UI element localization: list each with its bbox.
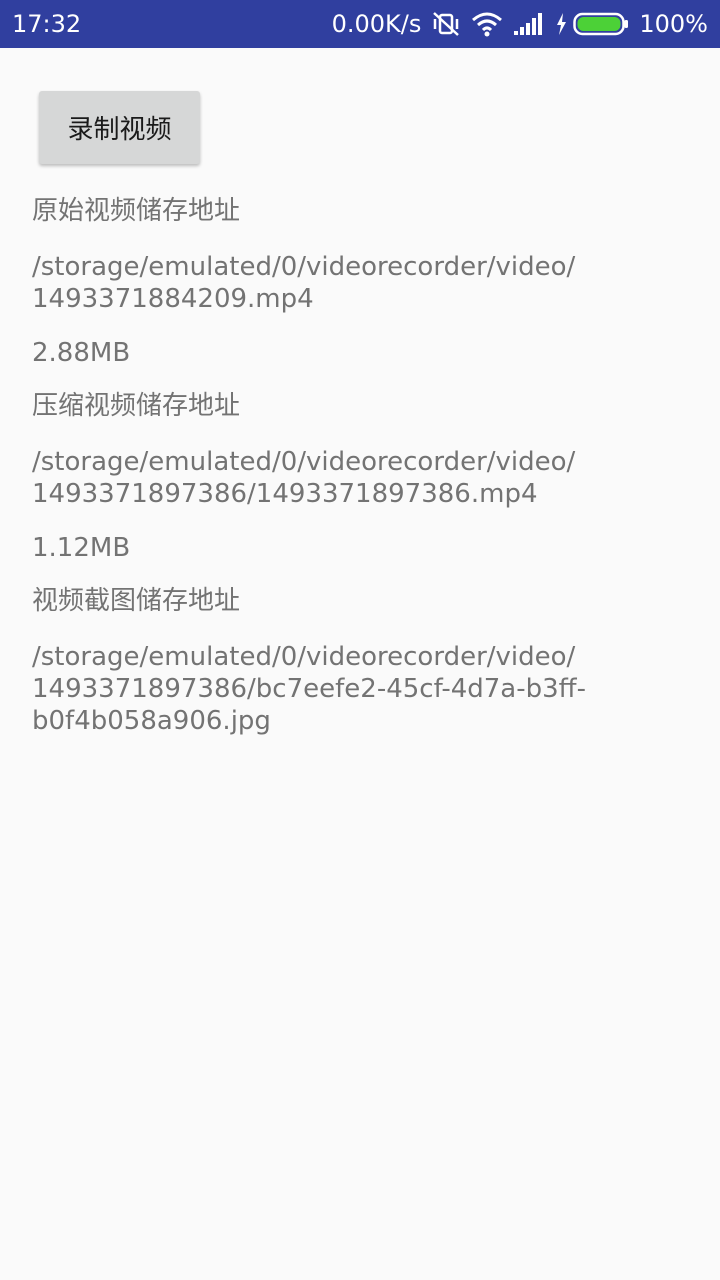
original-video-label: 原始视频储存地址 xyxy=(32,196,241,226)
signal-icon xyxy=(513,12,545,36)
compressed-video-label: 压缩视频储存地址 xyxy=(32,391,241,421)
battery-icon xyxy=(573,12,629,36)
charging-icon xyxy=(557,13,567,35)
original-video-size: 2.88MB xyxy=(32,338,131,368)
screenshot-path-line2: 1493371897386/bc7eefe2-45cf-4d7a-b3ff- xyxy=(32,674,586,704)
screenshot-label: 视频截图储存地址 xyxy=(32,586,241,616)
compressed-video-path-line2: 1493371897386/1493371897386.mp4 xyxy=(32,479,538,509)
status-bar: 17:32 0.00K/s 100% xyxy=(0,0,720,48)
battery-percent: 100% xyxy=(639,10,708,38)
compressed-video-size: 1.12MB xyxy=(32,533,131,563)
wifi-icon xyxy=(471,11,503,37)
compressed-video-path-line1: /storage/emulated/0/videorecorder/video/ xyxy=(32,447,576,477)
battery-indicator xyxy=(555,11,629,37)
status-time: 17:32 xyxy=(12,10,82,38)
screenshot-path-line1: /storage/emulated/0/videorecorder/video/ xyxy=(32,642,576,672)
mute-vibrate-icon xyxy=(431,10,461,38)
network-speed: 0.00K/s xyxy=(331,10,422,38)
screenshot-path-line3: b0f4b058a906.jpg xyxy=(32,706,271,736)
status-icons: 0.00K/s 100% xyxy=(332,10,708,38)
original-video-path-line2: 1493371884209.mp4 xyxy=(32,284,314,314)
record-video-button[interactable]: 录制视频 xyxy=(39,91,200,164)
original-video-path-line1: /storage/emulated/0/videorecorder/video/ xyxy=(32,252,576,282)
main-content: 录制视频 原始视频储存地址 /storage/emulated/0/videor… xyxy=(0,48,720,1280)
